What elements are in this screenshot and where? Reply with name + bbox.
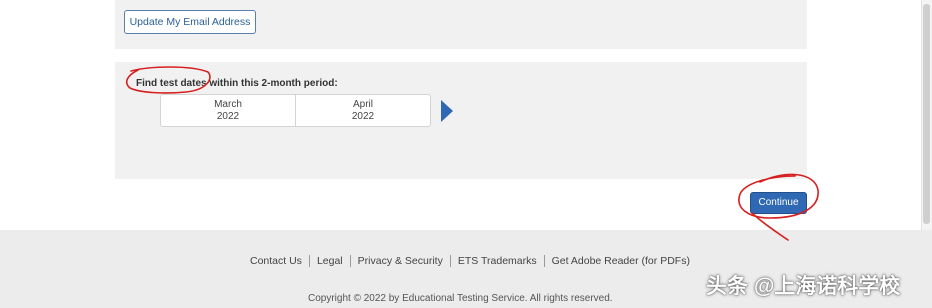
month-picker: March 2022 April 2022	[160, 94, 431, 127]
footer-link-adobe-reader[interactable]: Get Adobe Reader (for PDFs)	[543, 255, 697, 267]
month-option-march[interactable]: March 2022	[161, 95, 295, 126]
footer-links: Contact Us Legal Privacy & Security ETS …	[250, 255, 697, 267]
footer-link-privacy-security[interactable]: Privacy & Security	[349, 255, 450, 267]
continue-button[interactable]: Continue	[750, 192, 807, 214]
test-date-panel: Find test dates within this 2-month peri…	[115, 62, 807, 179]
month-year: 2022	[351, 111, 375, 122]
month-option-april[interactable]: April 2022	[295, 95, 430, 126]
month-name: April	[352, 99, 373, 110]
month-name: March	[214, 99, 242, 110]
date-range-heading: Find test dates within this 2-month peri…	[136, 78, 338, 89]
update-email-button[interactable]: Update My Email Address	[124, 10, 256, 34]
scrollbar-thumb[interactable]	[923, 4, 930, 224]
month-year: 2022	[216, 111, 240, 122]
footer-link-ets-trademarks[interactable]: ETS Trademarks	[449, 255, 544, 267]
copyright-text: Copyright © 2022 by Educational Testing …	[308, 293, 613, 304]
footer-link-contact-us[interactable]: Contact Us	[250, 255, 309, 267]
watermark-text: 头条 @上海诺科学校	[706, 275, 901, 298]
email-panel: Update My Email Address	[115, 0, 807, 49]
footer-link-legal[interactable]: Legal	[308, 255, 350, 267]
next-period-arrow-icon[interactable]	[440, 100, 454, 122]
